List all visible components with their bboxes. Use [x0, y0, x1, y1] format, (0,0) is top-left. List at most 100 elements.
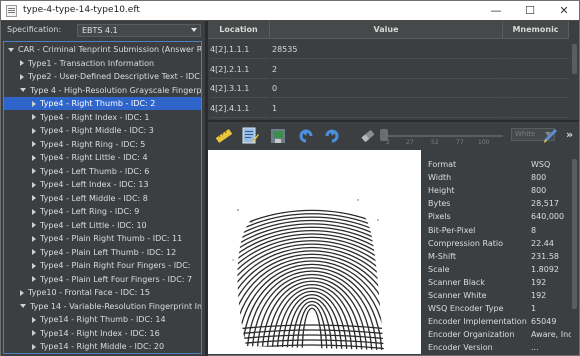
expand-right-icon[interactable] — [32, 249, 36, 255]
expand-right-icon[interactable] — [20, 73, 24, 80]
tree-node[interactable]: Type10 - Frontal Face - IDC: 15 — [4, 286, 201, 299]
expand-right-icon[interactable] — [32, 181, 36, 188]
rotate-right-icon[interactable] — [322, 126, 342, 146]
tree-node[interactable]: Type4 - Right Little - IDC: 4 — [4, 151, 201, 164]
tree-node[interactable]: Type4 - Left Little - IDC: 10 — [4, 219, 201, 232]
expand-right-icon[interactable] — [32, 114, 36, 120]
expand-right-icon[interactable] — [32, 343, 36, 350]
tree-node[interactable]: Type4 - Right Index - IDC: 1 — [4, 111, 201, 124]
record-tree[interactable]: CAR - Criminal Tenprint Submission (Answ… — [3, 41, 202, 354]
tree-node[interactable]: Type 14 - Variable-Resolution Fingerprin… — [4, 300, 201, 313]
tree-node[interactable]: Type4 - Left Ring - IDC: 9 — [4, 205, 201, 218]
tree-node[interactable]: Type 4 - High-Resolution Grayscale Finge… — [4, 84, 201, 97]
window-titlebar: type-4-type-14-type10.eft — ☐ ✕ — [0, 0, 580, 20]
image-save-icon[interactable] — [268, 126, 288, 146]
expand-right-icon[interactable] — [20, 60, 24, 66]
expand-right-icon[interactable] — [32, 127, 36, 134]
column-header-value[interactable]: Value — [270, 21, 503, 39]
tree-node[interactable]: Type4 - Left Index - IDC: 13 — [4, 178, 201, 191]
rotate-left-icon[interactable] — [296, 126, 316, 146]
cell-value[interactable]: 2 — [272, 60, 503, 79]
zoom-tick: 52 — [431, 139, 439, 146]
cell-mnemonic[interactable] — [505, 99, 569, 118]
property-key: Format — [428, 160, 457, 169]
eraser-icon[interactable] — [358, 126, 378, 146]
tree-node[interactable]: Type4 - Left Middle - IDC: 8 — [4, 192, 201, 205]
zoom-slider-track[interactable] — [383, 135, 503, 137]
cell-mnemonic[interactable] — [505, 79, 569, 98]
expand-right-icon[interactable] — [32, 154, 36, 161]
table-scrollbar[interactable] — [571, 41, 578, 119]
tree-node-label: Type4 - Right Middle - IDC: 3 — [40, 126, 154, 135]
expand-right-icon[interactable] — [32, 262, 36, 269]
property-value: 1 — [531, 304, 537, 314]
tree-node[interactable]: Type4 - Right Ring - IDC: 5 — [4, 138, 201, 151]
cell-location[interactable]: 4[2].2.1.1 — [210, 60, 270, 79]
expand-right-icon[interactable] — [32, 195, 36, 201]
tree-node[interactable]: Type2 - User-Defined Descriptive Text - … — [4, 70, 201, 83]
cell-location[interactable]: 4[2].1.1.1 — [210, 40, 270, 59]
expand-right-icon[interactable] — [32, 141, 36, 147]
expand-right-icon[interactable] — [32, 100, 36, 107]
cell-value[interactable]: 1 — [272, 99, 503, 118]
cell-value[interactable]: 0 — [272, 79, 503, 98]
tree-node[interactable]: Type4 - Right Thumb - IDC: 2 — [4, 97, 201, 110]
ruler-icon[interactable] — [214, 126, 234, 146]
tree-node-label: Type10 - Frontal Face - IDC: 15 — [28, 288, 151, 297]
tree-node[interactable]: CAR - Criminal Tenprint Submission (Answ… — [4, 43, 201, 56]
tree-node[interactable]: Type14 - Right Thumb - IDC: 14 — [4, 313, 201, 326]
tree-node[interactable]: Type4 - Plain Left Four Fingers - IDC: 7 — [4, 273, 201, 286]
minimize-button[interactable]: — — [479, 1, 513, 21]
property-row: Bit-Per-Pixel 8 — [425, 224, 579, 237]
expand-right-icon[interactable] — [32, 168, 36, 174]
tree-node[interactable]: Type4 - Plain Right Thumb - IDC: 11 — [4, 232, 201, 245]
expand-down-icon[interactable] — [8, 47, 14, 52]
properties-scrollbar-thumb[interactable] — [572, 159, 577, 309]
property-key: Scanner Black — [428, 277, 485, 287]
close-button[interactable]: ✕ — [547, 1, 580, 21]
more-tools-button[interactable]: » — [566, 128, 573, 141]
cell-location[interactable]: 4[2].3.1.1 — [210, 79, 270, 98]
fingerprint-image[interactable] — [208, 150, 421, 354]
maximize-button[interactable]: ☐ — [513, 1, 547, 21]
table-scrollbar-thumb[interactable] — [572, 44, 577, 74]
expand-right-icon[interactable] — [32, 235, 36, 242]
expand-down-icon[interactable] — [20, 304, 26, 308]
expand-right-icon[interactable] — [32, 222, 36, 228]
tree-node-label: Type2 - User-Defined Descriptive Text - … — [28, 72, 201, 81]
cell-mnemonic[interactable] — [505, 60, 569, 79]
column-header-location[interactable]: Location — [208, 21, 270, 39]
tree-node[interactable]: Type14 - Right Index - IDC: 16 — [4, 327, 201, 340]
column-header-mnemonic[interactable]: Mnemonic — [503, 21, 569, 39]
edit-document-icon[interactable] — [240, 126, 260, 146]
specification-select[interactable]: EBTS 4.1 — [77, 24, 201, 37]
pen-icon[interactable] — [540, 126, 560, 146]
expand-right-icon[interactable] — [32, 276, 36, 282]
property-row: Compression Ratio 22.44 — [425, 237, 579, 250]
property-row: Scanner Black 192 — [425, 276, 579, 289]
tree-node[interactable]: Type4 - Plain Right Four Fingers - IDC: — [4, 259, 201, 272]
property-row: Scanner White 192 — [425, 289, 579, 302]
cell-mnemonic[interactable] — [505, 40, 569, 59]
expand-right-icon[interactable] — [32, 208, 36, 215]
tree-node[interactable]: Type4 - Plain Left Thumb - IDC: 12 — [4, 246, 201, 259]
property-value: 192 — [531, 277, 547, 287]
tree-node[interactable]: Type1 - Transaction Information — [4, 57, 201, 70]
property-row: Height 800 — [425, 184, 579, 197]
expand-right-icon[interactable] — [32, 316, 36, 323]
property-value: 28,517 — [531, 199, 559, 209]
tree-node[interactable]: Type4 - Left Thumb - IDC: 6 — [4, 165, 201, 178]
image-toolbar: 2 27 52 77 100 White » — [208, 120, 579, 148]
cell-location[interactable]: 4[2].4.1.1 — [210, 99, 270, 118]
background-select-value: White — [515, 130, 536, 138]
expand-right-icon[interactable] — [20, 289, 24, 296]
tree-node[interactable]: Type4 - Right Middle - IDC: 3 — [4, 124, 201, 137]
cell-value[interactable]: 28535 — [272, 40, 503, 59]
expand-right-icon[interactable] — [32, 330, 36, 336]
property-value: 640,000 — [531, 212, 565, 222]
property-value: 1.8092 — [531, 264, 559, 274]
property-value: 8 — [531, 225, 537, 235]
properties-scrollbar[interactable] — [571, 157, 578, 354]
tree-node[interactable]: Type14 - Right Middle - IDC: 20 — [4, 340, 201, 353]
expand-down-icon[interactable] — [20, 88, 26, 92]
